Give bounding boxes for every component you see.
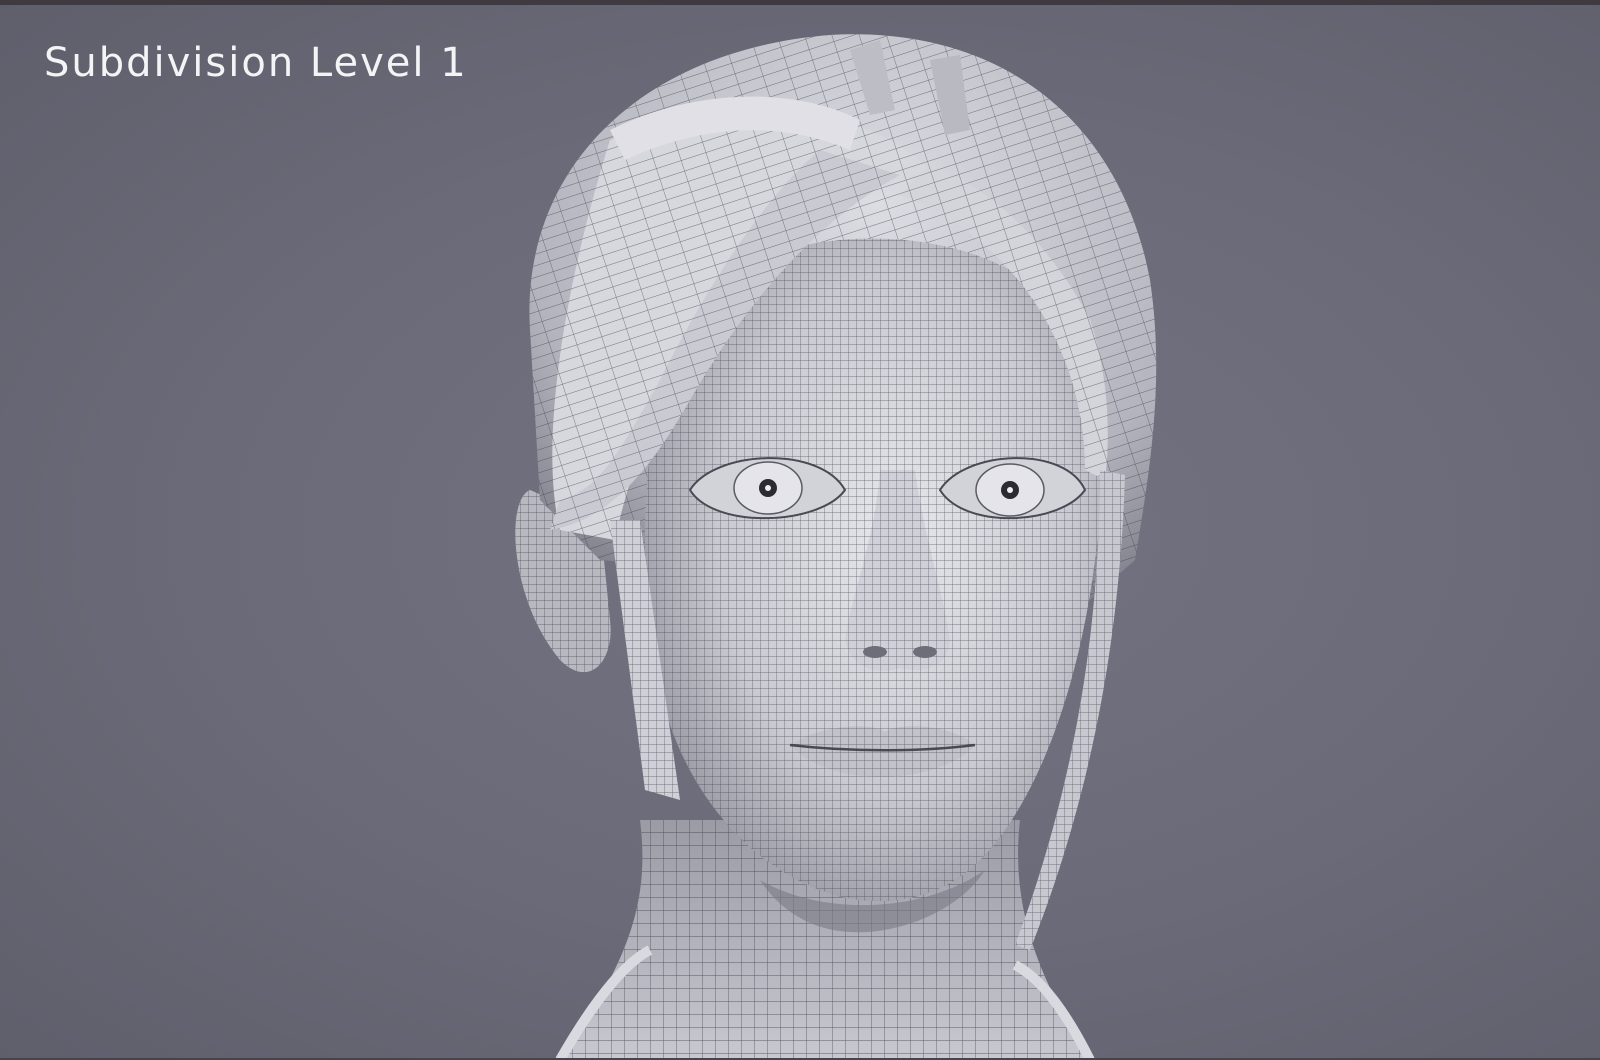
subdivision-level-label: Subdivision Level 1 <box>44 40 468 86</box>
render-viewport: Subdivision Level 1 <box>0 0 1600 1060</box>
wireframe-head-render <box>515 34 1157 1060</box>
